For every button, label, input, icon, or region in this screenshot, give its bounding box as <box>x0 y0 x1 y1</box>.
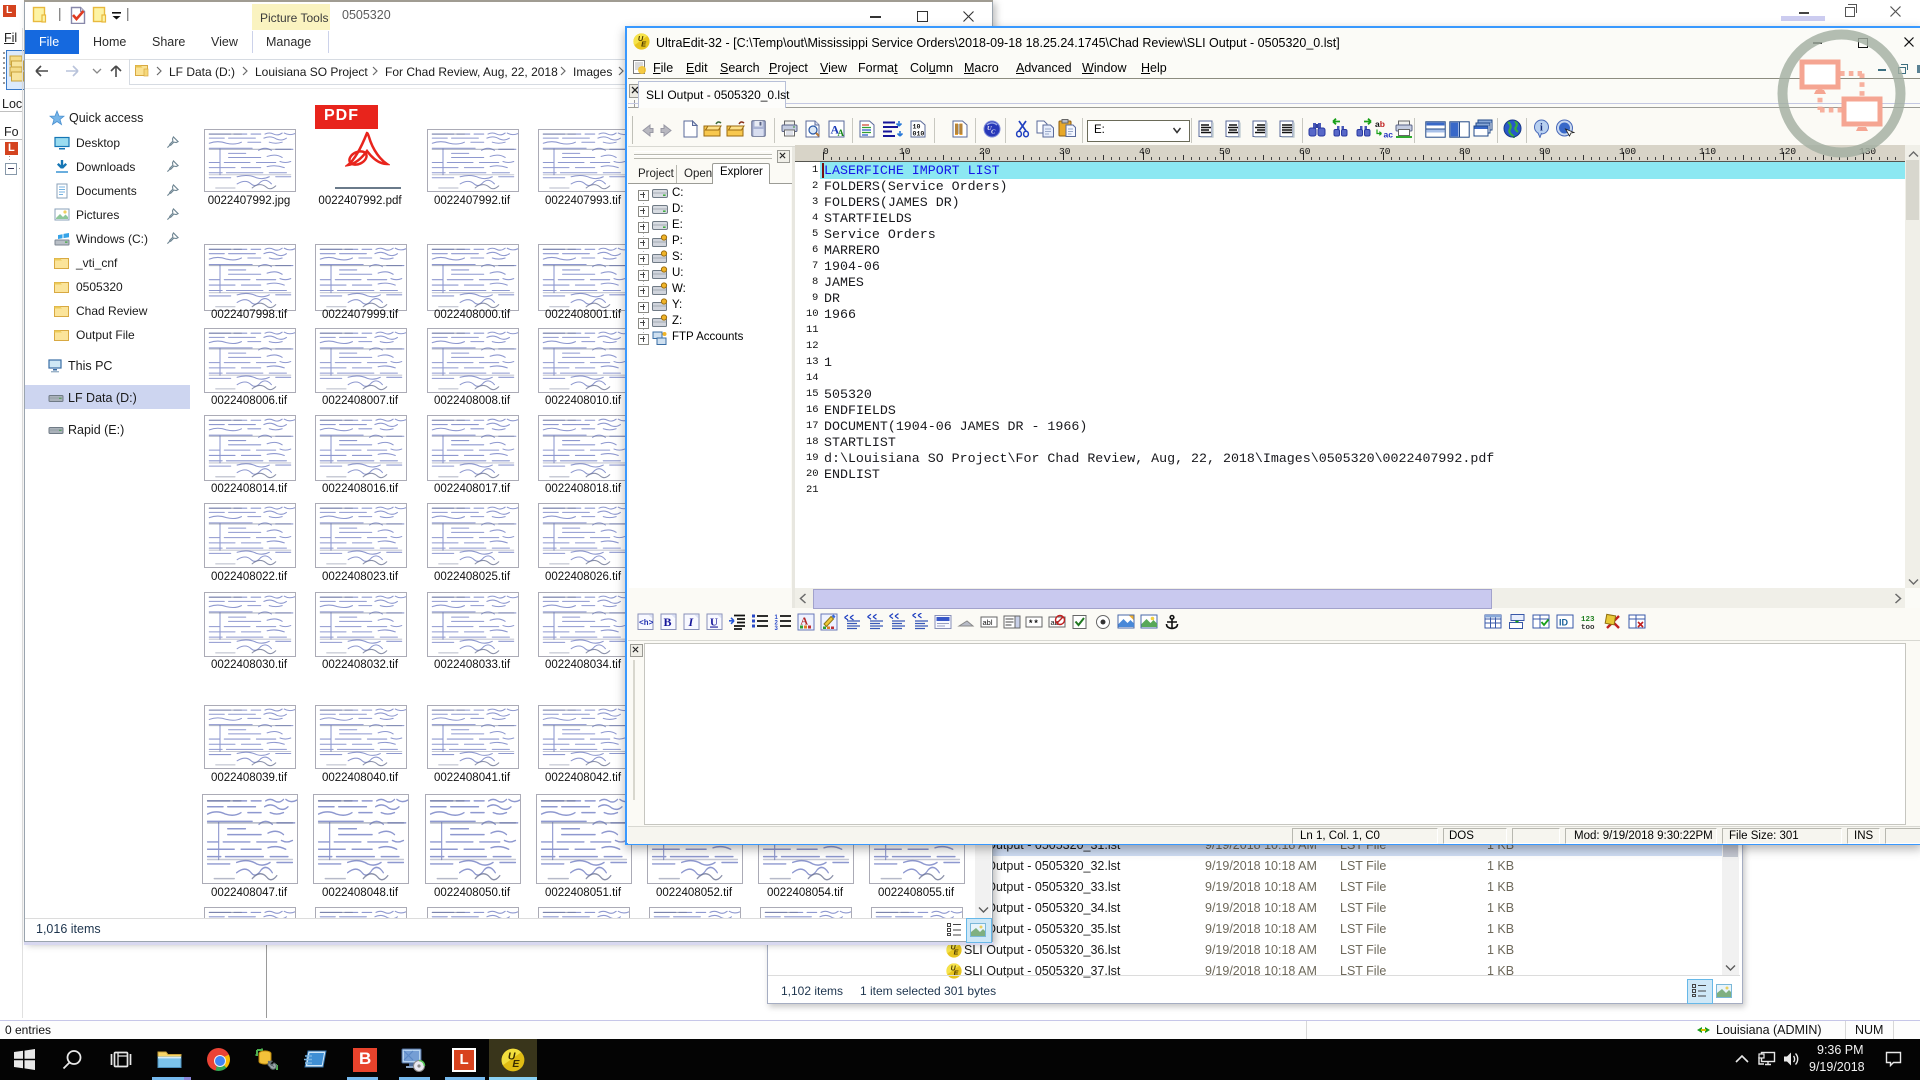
svg-text:A: A <box>838 128 845 138</box>
svg-text:C: C <box>991 129 996 136</box>
svg-text:i: i <box>1540 123 1543 134</box>
svg-text:ac: ac <box>1384 130 1394 140</box>
svg-text:123: 123 <box>1581 616 1595 624</box>
svg-text:10: 10 <box>913 124 921 131</box>
svg-text:3: 3 <box>775 626 779 631</box>
svg-text:too: too <box>1581 624 1595 631</box>
svg-text:U: U <box>710 617 718 629</box>
svg-text:B: B <box>664 615 672 629</box>
svg-text:ab: ab <box>1375 119 1385 129</box>
svg-text:<h>: <h> <box>639 619 654 628</box>
svg-text:E: E <box>512 1058 520 1070</box>
svg-text:**: ** <box>1028 619 1039 629</box>
svg-text:ID: ID <box>1559 618 1569 628</box>
svg-text:abl: abl <box>983 618 993 627</box>
svg-text:E: E <box>954 950 959 957</box>
svg-text:010: 010 <box>913 131 925 138</box>
